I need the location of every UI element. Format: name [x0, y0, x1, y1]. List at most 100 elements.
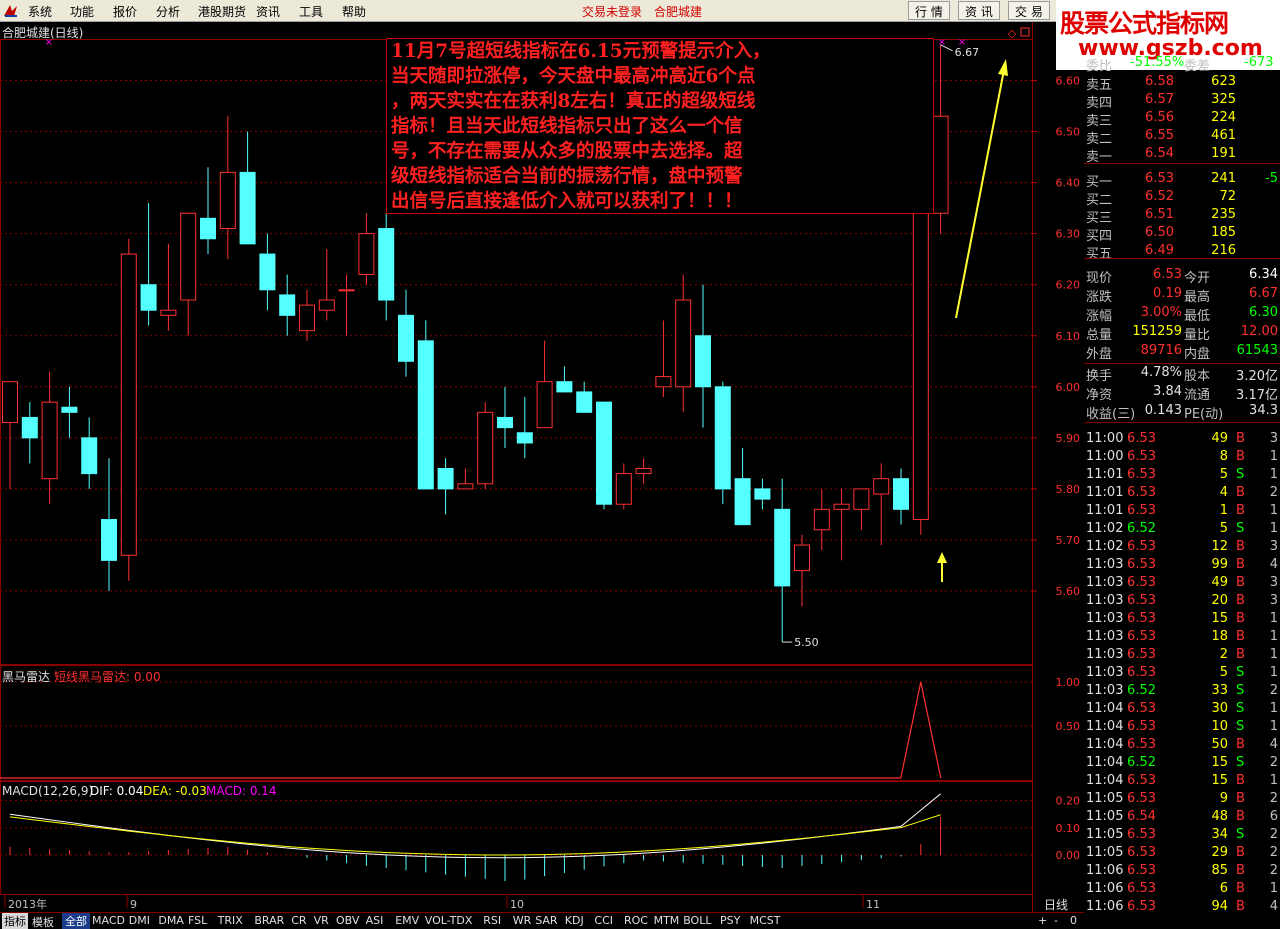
candle[interactable] [41, 371, 58, 505]
candle[interactable] [239, 131, 256, 245]
candle[interactable] [140, 203, 157, 326]
candle[interactable] [615, 463, 632, 510]
menu-function[interactable]: 功能 [70, 3, 94, 20]
stat-value: 6.34 [1249, 267, 1278, 282]
indicator-tab-rsi[interactable]: RSI [483, 914, 501, 927]
candle[interactable] [893, 468, 909, 525]
period-label[interactable]: 日线 [1044, 896, 1068, 913]
candle[interactable] [734, 448, 751, 526]
menu-news[interactable]: 资讯 [256, 3, 280, 20]
indicator-tab-指标[interactable]: 指标 [2, 913, 28, 929]
indicator-tab-dmi[interactable]: DMI [129, 914, 150, 927]
candle[interactable] [873, 463, 890, 546]
menu-quote[interactable]: 报价 [113, 3, 137, 20]
indicator-tab-brar[interactable]: BRAR [254, 914, 284, 927]
candle[interactable] [497, 386, 513, 449]
indicator-tab-trix[interactable]: TRIX [218, 914, 243, 927]
candle[interactable] [714, 381, 731, 505]
zoom-out-button[interactable]: - [1054, 914, 1058, 927]
candle[interactable] [675, 274, 692, 413]
candle[interactable] [61, 386, 78, 438]
ask-volume: 224 [1211, 110, 1236, 125]
candle[interactable] [259, 233, 276, 311]
candle[interactable] [101, 458, 117, 591]
indicator-tab-macd[interactable]: MACD [92, 914, 125, 927]
candle-body-down [576, 391, 593, 413]
menu-analysis[interactable]: 分析 [156, 3, 180, 20]
candle[interactable] [219, 116, 236, 260]
candle[interactable] [358, 213, 375, 285]
candle[interactable] [398, 289, 414, 377]
candle[interactable] [774, 478, 791, 643]
candle[interactable] [180, 212, 197, 336]
indicator-tab-全部[interactable]: 全部 [62, 913, 90, 929]
candle[interactable] [556, 366, 573, 393]
indicator-tab-roc[interactable]: ROC [624, 914, 648, 927]
trade-login-status[interactable]: 交易未登录 [582, 3, 642, 20]
quote-mode-button[interactable]: 行 情 [908, 1, 950, 20]
menu-tools[interactable]: 工具 [299, 3, 323, 20]
fin-value: 3.17亿 [1236, 388, 1278, 403]
indicator-tab-vr[interactable]: VR [314, 914, 329, 927]
tick-volume: 18 [1211, 629, 1228, 644]
menu-help[interactable]: 帮助 [342, 3, 366, 20]
ask-price: 6.54 [1145, 146, 1174, 161]
indicator-tab-cr[interactable]: CR [291, 914, 306, 927]
candle[interactable] [279, 274, 296, 336]
candle[interactable] [655, 320, 672, 398]
candle[interactable] [437, 458, 454, 515]
candle[interactable] [932, 44, 949, 234]
tick-price: 6.53 [1127, 629, 1156, 644]
candle[interactable] [81, 417, 98, 489]
indicator-tab-wr[interactable]: WR [513, 914, 532, 927]
indicator-tab-dma[interactable]: DMA [158, 914, 184, 927]
candle[interactable] [596, 401, 612, 510]
candle[interactable] [21, 402, 38, 464]
candle[interactable] [635, 458, 652, 484]
menu-system[interactable]: 系统 [28, 3, 52, 20]
candle[interactable] [516, 397, 533, 459]
indicator-tab-模板[interactable]: 模板 [32, 914, 54, 929]
candle[interactable] [2, 381, 18, 489]
diamond-icon: ◇ [1008, 27, 1017, 40]
candle[interactable] [853, 488, 870, 530]
candle[interactable] [160, 243, 177, 331]
indicator-tab-mcst[interactable]: MCST [750, 914, 781, 927]
fin-label: PE(动) [1184, 407, 1224, 422]
trade-mode-button[interactable]: 交 易 [1008, 1, 1050, 20]
candle[interactable] [299, 289, 315, 341]
zoom-reset-button[interactable]: 0 [1070, 914, 1077, 927]
candle[interactable] [536, 340, 553, 429]
candle[interactable] [833, 488, 850, 561]
news-mode-button[interactable]: 资 讯 [958, 1, 1000, 20]
tick-side: S [1236, 827, 1245, 842]
candle[interactable] [120, 238, 137, 581]
zoom-in-button[interactable]: + [1038, 914, 1047, 927]
candle[interactable] [378, 213, 395, 321]
indicator-tab-fsl[interactable]: FSL [188, 914, 207, 927]
candle[interactable] [457, 468, 474, 490]
indicator-tab-boll[interactable]: BOLL [683, 914, 711, 927]
candle[interactable] [754, 478, 771, 510]
candle[interactable] [794, 534, 810, 607]
candle[interactable] [912, 212, 929, 535]
indicator-tab-kdj[interactable]: KDJ [565, 914, 584, 927]
candle[interactable] [576, 381, 593, 413]
indicator-tab-cci[interactable]: CCI [594, 914, 613, 927]
candle[interactable] [695, 284, 711, 428]
candle[interactable] [338, 274, 355, 336]
window-restore-icon[interactable] [1020, 27, 1030, 37]
indicator-tab-psy[interactable]: PSY [720, 914, 740, 927]
indicator-tab-sar[interactable]: SAR [535, 914, 557, 927]
indicator-tab-vol-tdx[interactable]: VOL-TDX [425, 914, 473, 927]
candle[interactable] [417, 320, 434, 490]
candle[interactable] [813, 488, 830, 551]
candle[interactable] [477, 402, 494, 489]
indicator-tab-mtm[interactable]: MTM [654, 914, 680, 927]
indicator-tab-emv[interactable]: EMV [395, 914, 419, 927]
candle[interactable] [200, 167, 216, 255]
menu-hk-futures[interactable]: 港股期货 [198, 3, 246, 20]
indicator-tab-asi[interactable]: ASI [366, 914, 384, 927]
indicator-tab-obv[interactable]: OBV [336, 914, 359, 927]
tick-count: 1 [1269, 521, 1278, 536]
